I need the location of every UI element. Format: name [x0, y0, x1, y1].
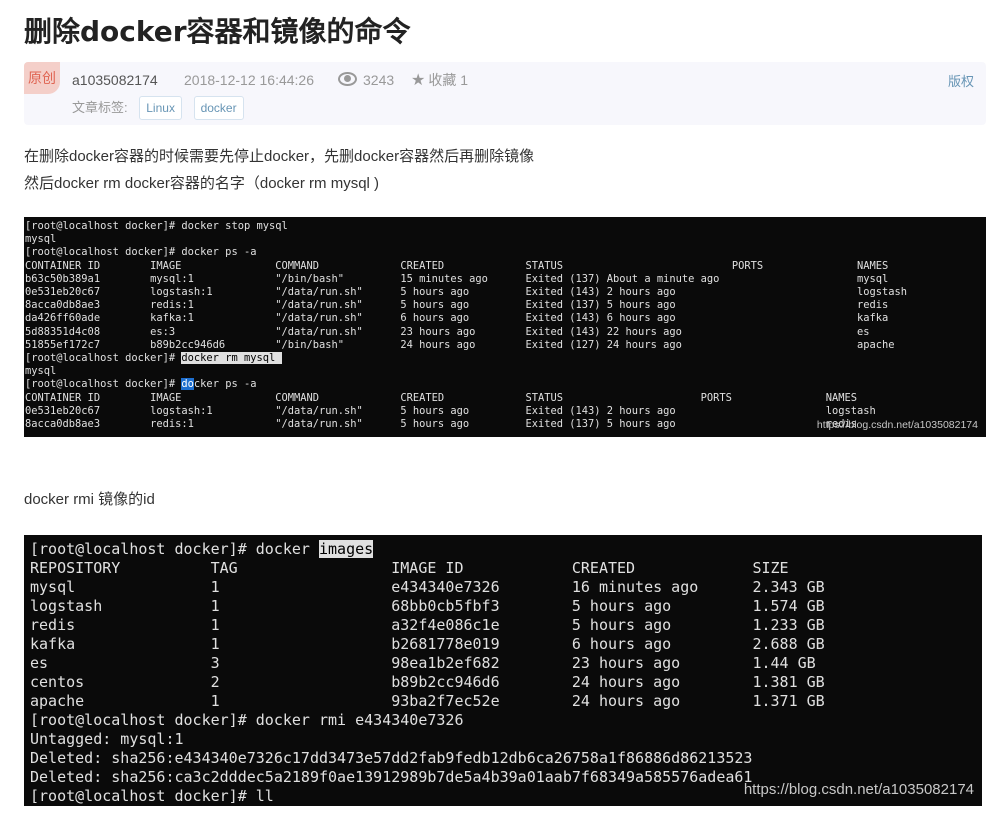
- view-count: 3243: [338, 71, 394, 89]
- watermark-1: https://blog.csdn.net/a1035082174: [816, 419, 978, 431]
- view-count-value: 3243: [363, 72, 395, 88]
- tag-linux[interactable]: Linux: [139, 96, 182, 120]
- terminal-screenshot-2: [root@localhost docker]# docker images R…: [24, 535, 982, 806]
- copyright-link[interactable]: 版权: [948, 71, 974, 90]
- star-icon: ★: [411, 72, 426, 89]
- publish-date: 2018-12-12 16:44:26: [184, 72, 314, 88]
- terminal-2-text: [root@localhost docker]# docker images R…: [30, 540, 825, 805]
- favorite-button[interactable]: ★ 收藏 1: [411, 71, 468, 90]
- paragraph-1: 在删除docker容器的时候需要先停止docker，先删docker容器然后再删…: [24, 148, 535, 165]
- author-link[interactable]: a1035082174: [72, 71, 158, 89]
- tag-docker[interactable]: docker: [193, 96, 244, 120]
- article-title: 删除docker容器和镜像的命令: [24, 15, 411, 48]
- original-badge: 原创: [24, 62, 60, 94]
- paragraph-2: 然后docker rm docker容器的名字（docker rm mysql …: [24, 175, 380, 192]
- eye-icon: [338, 72, 357, 86]
- terminal-1-text: [root@localhost docker]# docker stop mys…: [25, 220, 908, 431]
- paragraph-3: docker rmi 镜像的id: [24, 491, 155, 508]
- watermark-2: https://blog.csdn.net/a1035082174: [743, 781, 974, 798]
- article-meta: 原创 a1035082174 2018-12-12 16:44:26 3243 …: [24, 62, 986, 125]
- favorite-label: 收藏 1: [428, 72, 469, 88]
- tags-row: 文章标签: Linux docker: [72, 96, 244, 120]
- tags-label: 文章标签:: [72, 100, 128, 115]
- terminal-screenshot-1: [root@localhost docker]# docker stop mys…: [24, 217, 986, 437]
